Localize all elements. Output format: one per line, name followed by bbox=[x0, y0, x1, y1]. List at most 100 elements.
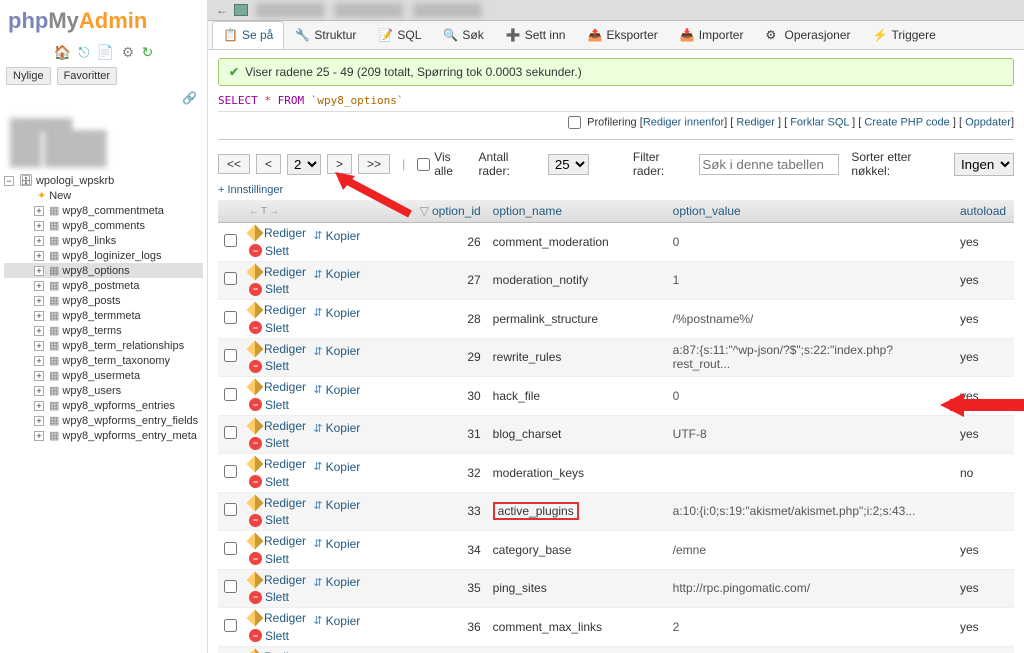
tab-favorites[interactable]: Favoritter bbox=[57, 67, 117, 85]
delete-row-link[interactable]: −Slett bbox=[249, 513, 289, 527]
tab-export[interactable]: 📤Eksporter bbox=[576, 21, 668, 49]
table-node[interactable]: +▦wpy8_links bbox=[4, 233, 203, 248]
settings-icon[interactable]: ⚙ bbox=[122, 44, 135, 60]
new-node[interactable]: ✦ New bbox=[4, 188, 203, 203]
table-node[interactable]: +▦wpy8_commentmeta bbox=[4, 203, 203, 218]
edit-inline-link[interactable]: Rediger innenfor bbox=[643, 116, 724, 128]
row-checkbox[interactable] bbox=[224, 465, 237, 478]
php-link[interactable]: Create PHP code bbox=[864, 116, 949, 128]
refresh-link[interactable]: Oppdater bbox=[965, 116, 1011, 128]
table-node[interactable]: +▦wpy8_users bbox=[4, 383, 203, 398]
row-checkbox[interactable] bbox=[224, 426, 237, 439]
delete-row-link[interactable]: −Slett bbox=[249, 475, 289, 489]
edit-row-link[interactable]: Rediger bbox=[249, 573, 306, 587]
expand-icon[interactable]: + bbox=[34, 221, 44, 231]
db-node[interactable]: − 🗄 wpologi_wpskrb bbox=[4, 173, 203, 188]
copy-row-link[interactable]: ⇵Kopier bbox=[313, 498, 360, 512]
copy-row-link[interactable]: ⇵Kopier bbox=[313, 575, 360, 589]
copy-row-link[interactable]: ⇵Kopier bbox=[313, 614, 360, 628]
profiling-checkbox[interactable] bbox=[568, 116, 581, 129]
page-prev[interactable]: < bbox=[256, 154, 281, 174]
edit-row-link[interactable]: Rediger bbox=[249, 611, 306, 625]
row-checkbox[interactable] bbox=[224, 542, 237, 555]
tab-sql[interactable]: 📝SQL bbox=[367, 21, 432, 49]
col-option-value[interactable]: option_value bbox=[667, 200, 954, 223]
expand-icon[interactable]: + bbox=[34, 386, 44, 396]
page-select[interactable]: 2 bbox=[287, 154, 321, 175]
server-icon[interactable] bbox=[234, 4, 248, 16]
delete-row-link[interactable]: −Slett bbox=[249, 398, 289, 412]
row-checkbox[interactable] bbox=[224, 272, 237, 285]
tab-structure[interactable]: 🔧Struktur bbox=[284, 21, 367, 49]
page-next[interactable]: > bbox=[327, 154, 352, 174]
col-option-name[interactable]: option_name bbox=[487, 200, 667, 223]
expand-icon[interactable]: + bbox=[34, 326, 44, 336]
row-checkbox[interactable] bbox=[224, 580, 237, 593]
expand-icon[interactable]: + bbox=[34, 281, 44, 291]
delete-row-link[interactable]: −Slett bbox=[249, 244, 289, 258]
copy-row-link[interactable]: ⇵Kopier bbox=[313, 344, 360, 358]
table-node[interactable]: +▦wpy8_term_taxonomy bbox=[4, 353, 203, 368]
expand-icon[interactable]: + bbox=[34, 296, 44, 306]
copy-row-link[interactable]: ⇵Kopier bbox=[313, 229, 360, 243]
delete-row-link[interactable]: −Slett bbox=[249, 436, 289, 450]
settings-toggle[interactable]: + Innstillinger bbox=[218, 182, 283, 198]
expand-icon[interactable]: + bbox=[34, 416, 44, 426]
edit-row-link[interactable]: Rediger bbox=[249, 534, 306, 548]
delete-row-link[interactable]: −Slett bbox=[249, 552, 289, 566]
delete-row-link[interactable]: −Slett bbox=[249, 359, 289, 373]
tab-browse[interactable]: 📋Se på bbox=[212, 21, 284, 49]
copy-row-link[interactable]: ⇵Kopier bbox=[313, 383, 360, 397]
page-last[interactable]: >> bbox=[358, 154, 390, 174]
expand-icon[interactable]: + bbox=[34, 236, 44, 246]
table-node[interactable]: +▦wpy8_postmeta bbox=[4, 278, 203, 293]
table-node[interactable]: +▦wpy8_posts bbox=[4, 293, 203, 308]
table-node[interactable]: +▦wpy8_options bbox=[4, 263, 203, 278]
sort-select[interactable]: Ingen bbox=[954, 153, 1014, 176]
copy-row-link[interactable]: ⇵Kopier bbox=[313, 267, 360, 281]
docs-icon[interactable]: 📄 bbox=[97, 44, 114, 60]
delete-row-link[interactable]: −Slett bbox=[249, 321, 289, 335]
edit-row-link[interactable]: Rediger bbox=[249, 226, 306, 240]
expand-icon[interactable]: + bbox=[34, 266, 44, 276]
table-node[interactable]: +▦wpy8_terms bbox=[4, 323, 203, 338]
edit-row-link[interactable]: Rediger bbox=[249, 496, 306, 510]
row-checkbox[interactable] bbox=[224, 503, 237, 516]
page-first[interactable]: << bbox=[218, 154, 250, 174]
table-node[interactable]: +▦wpy8_wpforms_entries bbox=[4, 398, 203, 413]
table-node[interactable]: +▦wpy8_usermeta bbox=[4, 368, 203, 383]
table-node[interactable]: +▦wpy8_comments bbox=[4, 218, 203, 233]
edit-row-link[interactable]: Rediger bbox=[249, 650, 306, 653]
delete-row-link[interactable]: −Slett bbox=[249, 590, 289, 604]
edit-row-link[interactable]: Rediger bbox=[249, 265, 306, 279]
filter-input[interactable] bbox=[699, 154, 839, 175]
delete-row-link[interactable]: −Slett bbox=[249, 282, 289, 296]
table-node[interactable]: +▦wpy8_loginizer_logs bbox=[4, 248, 203, 263]
edit-link[interactable]: Rediger bbox=[736, 116, 775, 128]
explain-link[interactable]: Forklar SQL bbox=[790, 116, 849, 128]
logout-icon[interactable]: ⎋ bbox=[78, 44, 89, 60]
tab-import[interactable]: 📥Importer bbox=[669, 21, 755, 49]
delete-row-link[interactable]: −Slett bbox=[249, 629, 289, 643]
copy-row-link[interactable]: ⇵Kopier bbox=[313, 537, 360, 551]
expand-icon[interactable]: + bbox=[34, 356, 44, 366]
col-autoload[interactable]: autoload bbox=[954, 200, 1014, 223]
edit-row-link[interactable]: Rediger bbox=[249, 419, 306, 433]
tab-operations[interactable]: ⚙Operasjoner bbox=[754, 21, 861, 49]
reload-icon[interactable]: ↻ bbox=[142, 44, 154, 60]
expand-icon[interactable]: + bbox=[34, 251, 44, 261]
show-all-checkbox[interactable] bbox=[417, 158, 430, 171]
expand-icon[interactable]: + bbox=[34, 401, 44, 411]
row-checkbox[interactable] bbox=[224, 349, 237, 362]
collapse-sidebar-icon[interactable]: ← bbox=[216, 3, 228, 17]
tab-insert[interactable]: ➕Sett inn bbox=[495, 21, 577, 49]
copy-row-link[interactable]: ⇵Kopier bbox=[313, 460, 360, 474]
copy-row-link[interactable]: ⇵Kopier bbox=[313, 306, 360, 320]
rows-select[interactable]: 25 bbox=[548, 154, 589, 175]
row-checkbox[interactable] bbox=[224, 388, 237, 401]
table-node[interactable]: +▦wpy8_wpforms_entry_fields bbox=[4, 413, 203, 428]
link-icon[interactable]: 🔗 bbox=[0, 89, 207, 107]
row-checkbox[interactable] bbox=[224, 311, 237, 324]
table-node[interactable]: +▦wpy8_term_relationships bbox=[4, 338, 203, 353]
expand-icon[interactable]: + bbox=[34, 341, 44, 351]
